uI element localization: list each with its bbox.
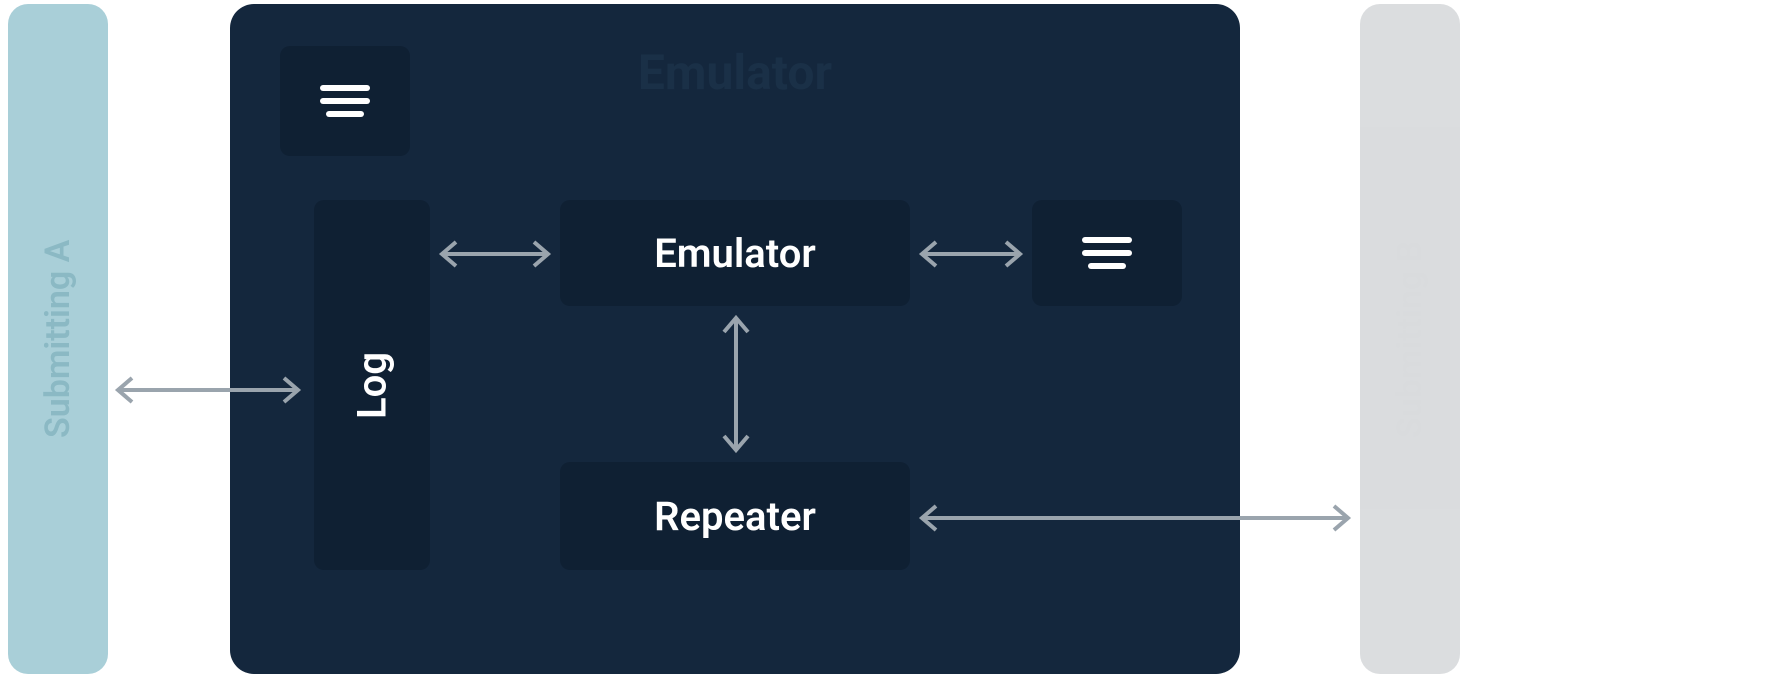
- arrow-emulator-icon-right: [912, 234, 1030, 274]
- hamburger-icon: [1032, 200, 1182, 306]
- repeater-label: Repeater: [654, 493, 816, 540]
- emulator-label: Emulator: [654, 230, 815, 277]
- arrow-log-emulator: [432, 234, 558, 274]
- hamburger-icon: [280, 46, 410, 156]
- log-box: Log: [314, 200, 430, 570]
- arrow-repeater-submitting-b: [912, 498, 1358, 538]
- submitting-a-node: Submitting A: [8, 4, 108, 674]
- arrow-submitting-a-log: [108, 370, 308, 410]
- submitting-b-label: Submitting B: [1390, 240, 1430, 437]
- log-label: Log: [349, 352, 396, 419]
- arrow-emulator-repeater: [716, 308, 756, 460]
- submitting-a-label: Submitting A: [38, 240, 78, 438]
- repeater-box: Repeater: [560, 462, 910, 570]
- submitting-b-node: Submitting B: [1360, 4, 1460, 674]
- emulator-box: Emulator: [560, 200, 910, 306]
